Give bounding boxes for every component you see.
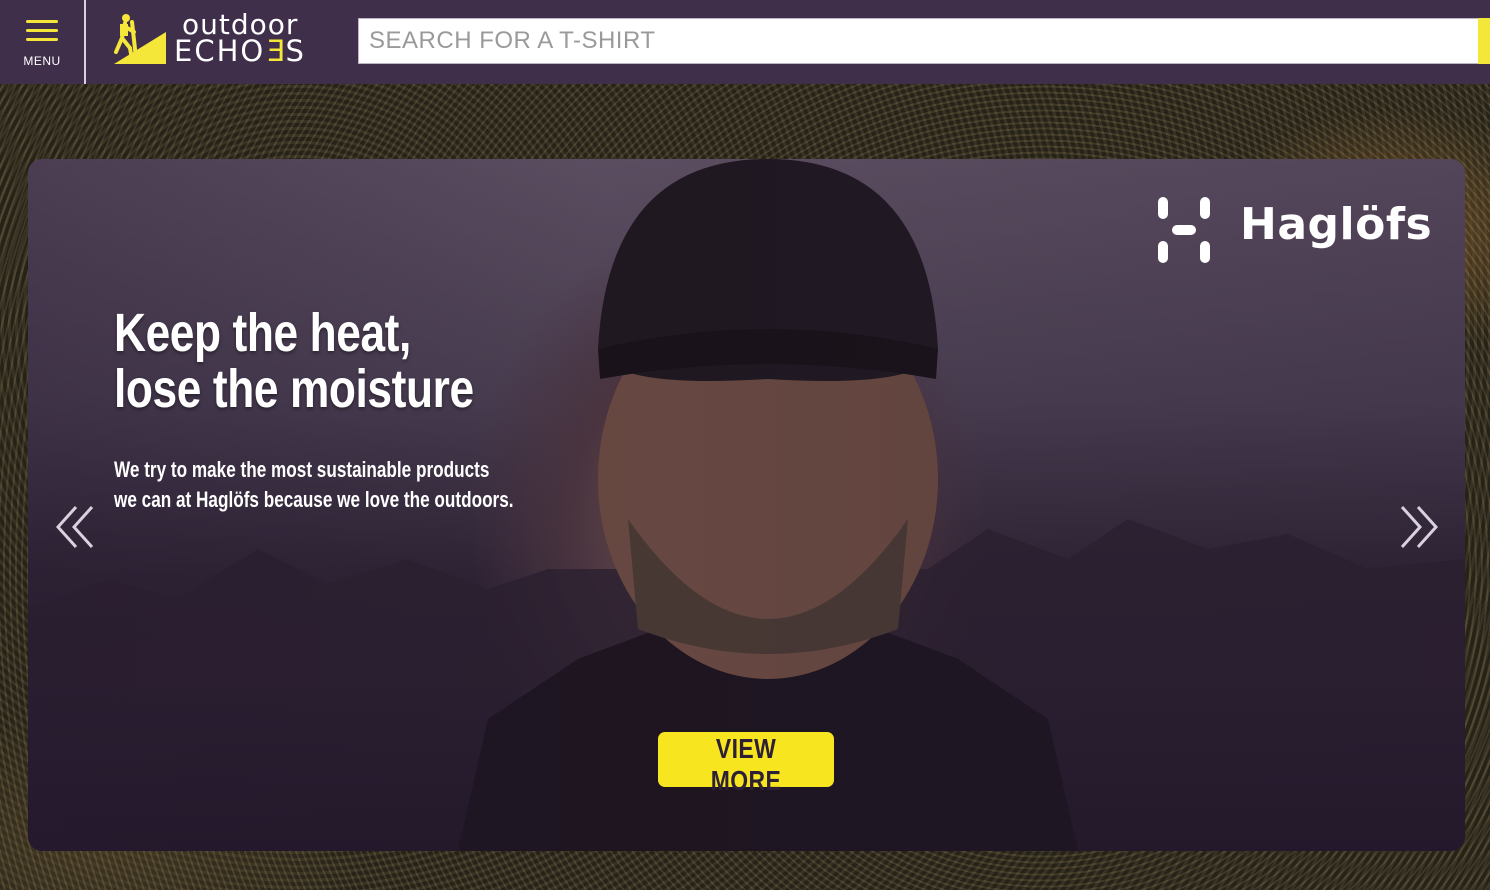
hero-banner: Keep the heat, lose the moisture We try … <box>28 159 1465 851</box>
site-logo[interactable]: outdoor ECHOES <box>112 8 338 68</box>
menu-label: MENU <box>23 54 61 68</box>
double-chevron-left-icon <box>55 505 94 549</box>
view-more-label: VIEW MORE <box>710 733 782 796</box>
double-chevron-right-icon <box>1400 505 1439 549</box>
menu-button[interactable]: MENU <box>0 0 86 84</box>
hero-subtitle-line2: we can at Haglöfs because we love the ou… <box>114 487 514 512</box>
carousel-prev-button[interactable] <box>54 503 98 551</box>
logo-word-echoes: ECHOES <box>174 34 306 68</box>
search-field[interactable] <box>358 18 1480 64</box>
carousel-next-button[interactable] <box>1396 503 1440 551</box>
hamburger-icon <box>26 20 58 42</box>
brand-name: Haglöfs <box>1240 199 1433 250</box>
view-more-button[interactable]: VIEW MORE <box>658 732 834 796</box>
brand-logo: Haglöfs <box>1156 197 1436 263</box>
search-input[interactable] <box>359 19 1479 63</box>
haglofs-h-icon <box>1158 197 1210 263</box>
site-header: MENU outdoor ECHOES <box>0 0 1490 84</box>
hero-subtitle: We try to make the most sustainable prod… <box>114 455 514 515</box>
search-button[interactable] <box>1478 18 1490 64</box>
hero-title: Keep the heat, lose the moisture <box>114 305 474 417</box>
hiker-logo-icon <box>114 14 166 64</box>
hero-title-line1: Keep the heat, <box>114 303 411 363</box>
hero-title-line2: lose the moisture <box>114 359 474 419</box>
hero-subtitle-line1: We try to make the most sustainable prod… <box>114 457 490 482</box>
logo-accent-letter: E <box>265 34 286 68</box>
